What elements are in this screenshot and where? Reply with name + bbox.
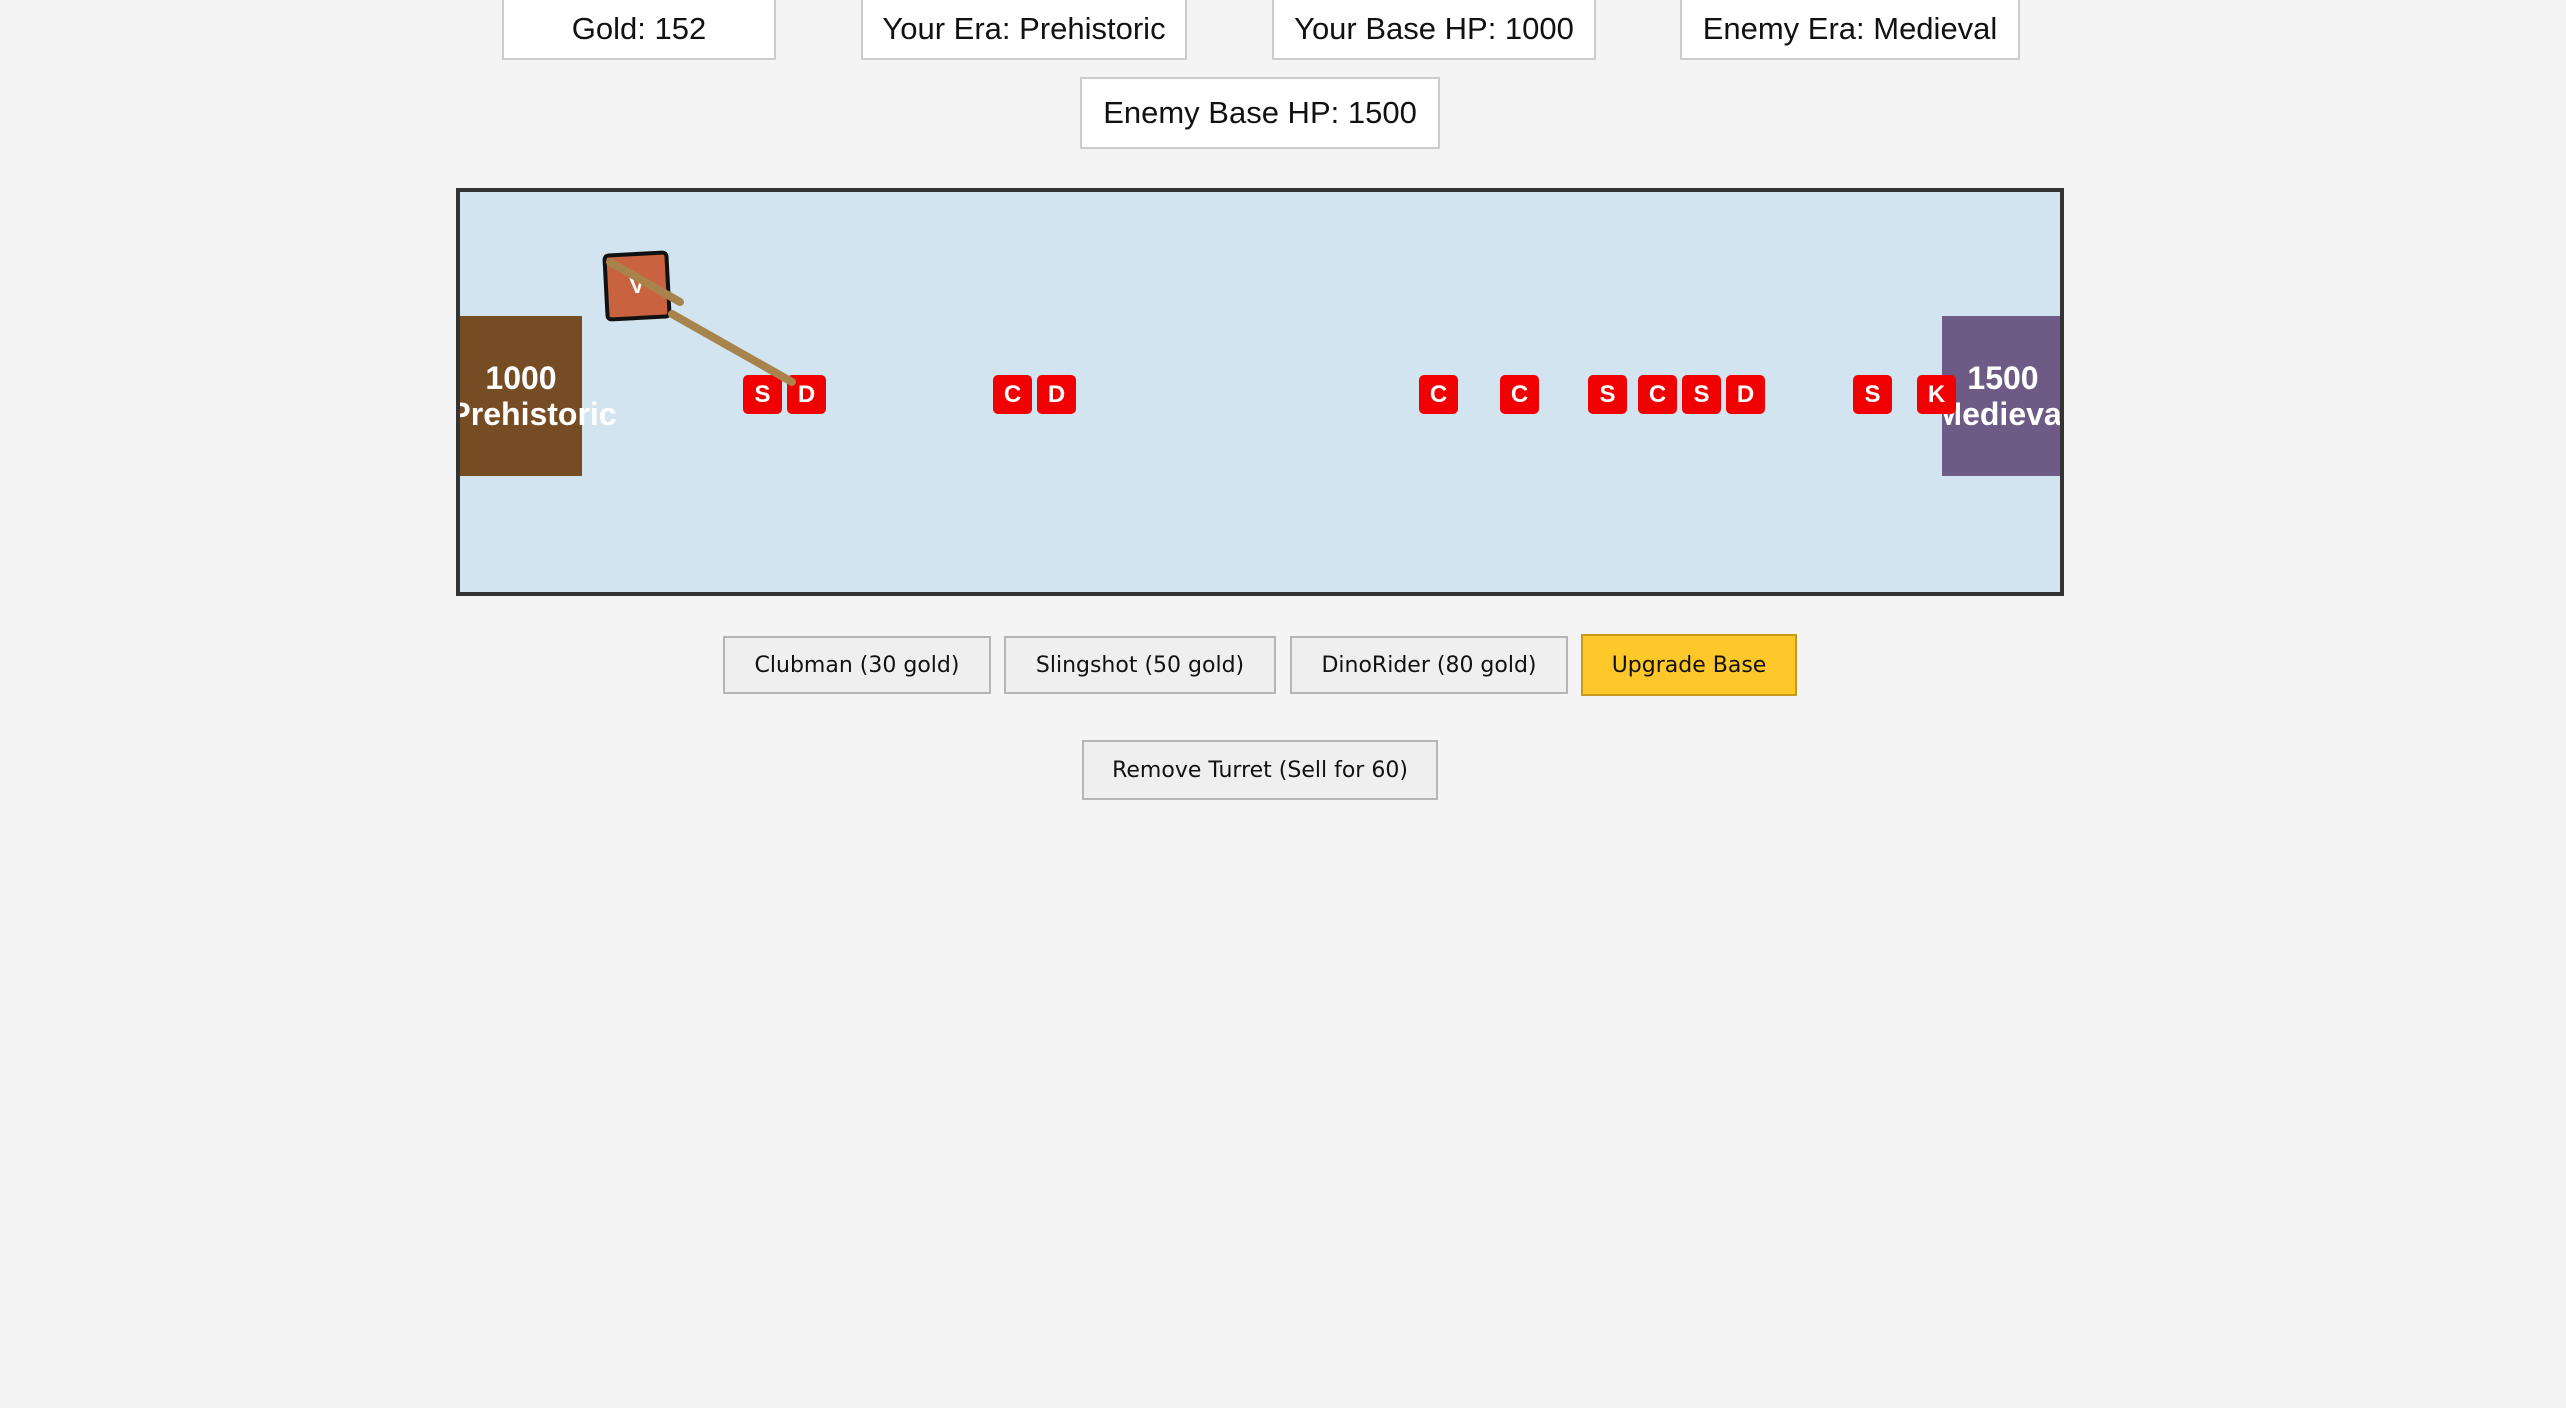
your-base-hp-display: Your Base HP: 1000 xyxy=(1272,0,1596,60)
unit-slingshot: S xyxy=(743,375,782,414)
unit-dinorider: D xyxy=(1726,375,1765,414)
enemy-base-era: Medieval xyxy=(1942,396,2064,432)
unit-knight: K xyxy=(1917,375,1956,414)
unit-clubman: C xyxy=(1419,375,1458,414)
unit-slingshot: S xyxy=(1588,375,1627,414)
gold-display: Gold: 152 xyxy=(502,0,776,60)
unit-clubman: C xyxy=(1500,375,1539,414)
enemy-base: 1500 Medieval xyxy=(1942,316,2064,476)
unit-slingshot: S xyxy=(1853,375,1892,414)
spawn-clubman-button[interactable]: Clubman (30 gold) xyxy=(723,636,991,694)
player-base: 1000 Prehistoric xyxy=(460,316,617,476)
unit-clubman: C xyxy=(993,375,1032,414)
unit-slingshot: S xyxy=(1682,375,1721,414)
enemy-base-hp: 1500 xyxy=(1967,360,2039,396)
remove-turret-button[interactable]: Remove Turret (Sell for 60) xyxy=(1082,740,1438,800)
unit-dinorider: D xyxy=(787,375,826,414)
player-base-era: Prehistoric xyxy=(456,396,617,432)
turret-barrel xyxy=(606,258,796,386)
turret[interactable]: V xyxy=(602,250,672,322)
battlefield[interactable]: 1000 Prehistoric 1500 Medieval S D C D C… xyxy=(456,188,2064,596)
upgrade-base-button[interactable]: Upgrade Base xyxy=(1581,634,1797,696)
unit-dinorider: D xyxy=(1037,375,1076,414)
spawn-dinorider-button[interactable]: DinoRider (80 gold) xyxy=(1290,636,1568,694)
enemy-base-hp-display: Enemy Base HP: 1500 xyxy=(1080,77,1440,149)
your-era-display: Your Era: Prehistoric xyxy=(861,0,1187,60)
enemy-era-display: Enemy Era: Medieval xyxy=(1680,0,2020,60)
player-base-hp: 1000 xyxy=(485,360,557,396)
unit-clubman: C xyxy=(1638,375,1677,414)
spawn-slingshot-button[interactable]: Slingshot (50 gold) xyxy=(1004,636,1276,694)
